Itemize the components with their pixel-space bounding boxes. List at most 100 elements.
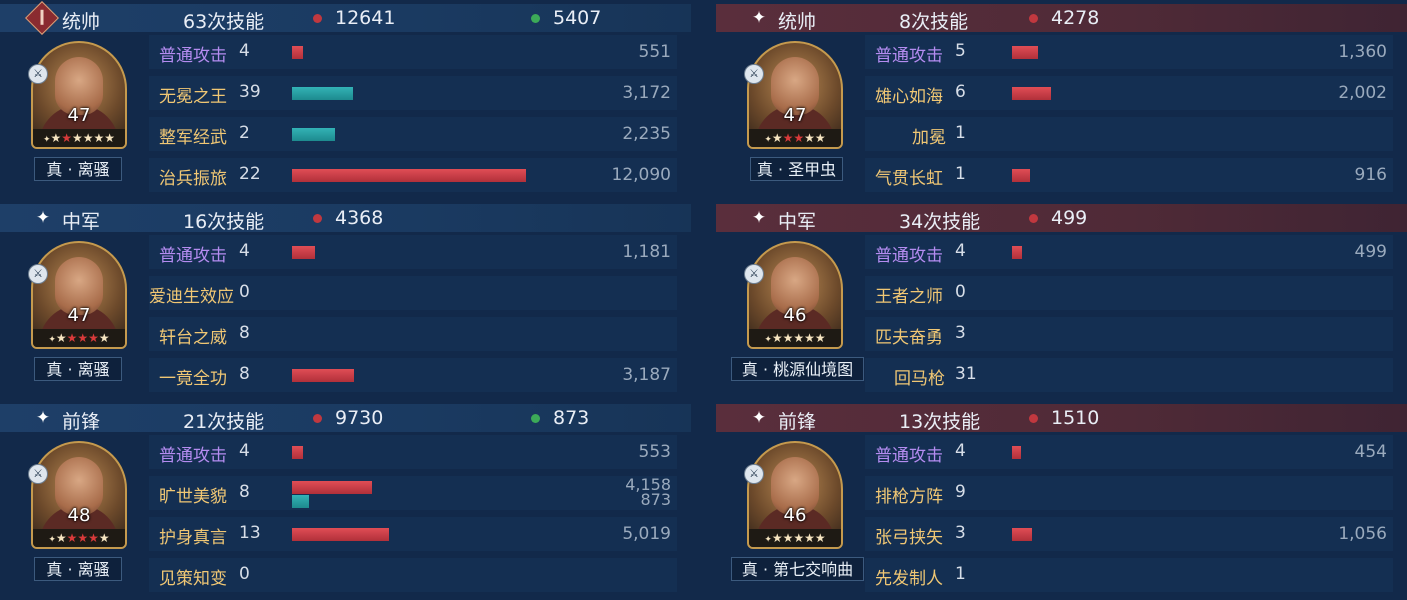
general-name: 真 · 圣甲虫 xyxy=(750,157,843,181)
skill-row[interactable]: 见策知变 0 xyxy=(149,558,677,592)
general-level: 46 xyxy=(783,305,807,326)
heal-value: 5407 xyxy=(553,7,602,29)
damage-dot-icon xyxy=(313,413,322,423)
general-portrait[interactable]: 47 ✦★★★★★★ xyxy=(31,41,127,149)
skill-row[interactable]: 普通攻击 4 499 xyxy=(865,235,1393,269)
damage-dot-icon xyxy=(1029,13,1038,23)
heal-bar xyxy=(292,87,353,100)
skill-row[interactable]: 治兵振旅 22 12,090 xyxy=(149,158,677,192)
skill-cast-count: 8 xyxy=(239,364,250,384)
skill-name: 加冕 xyxy=(912,128,946,148)
skill-damage-value: 3,187 xyxy=(622,365,671,385)
skill-row[interactable]: 加冕 1 xyxy=(865,117,1393,151)
skill-row[interactable]: 普通攻击 4 454 xyxy=(865,435,1393,469)
skill-name: 张弓挟矢 xyxy=(875,528,943,548)
troop-type-icon: ⚔ xyxy=(744,64,764,84)
skill-row[interactable]: 张弓挟矢 3 1,056 xyxy=(865,517,1393,551)
damage-value: 499 xyxy=(1051,207,1088,229)
skill-cast-count: 8 xyxy=(239,482,250,502)
general-portrait[interactable]: 47 ✦★★★★★ xyxy=(747,41,843,149)
skill-row[interactable]: 无冕之王 39 3,172 xyxy=(149,76,677,110)
skill-row[interactable]: 普通攻击 5 1,360 xyxy=(865,35,1393,69)
troop-type-icon: ⚔ xyxy=(28,464,48,484)
heal-bar xyxy=(292,495,309,508)
damage-bar xyxy=(292,481,372,494)
star-rating: ✦★★★★★ xyxy=(33,529,125,547)
damage-bar xyxy=(292,446,303,459)
damage-bar xyxy=(292,369,354,382)
section-header: ✦ 统帅 8次技能 4278 xyxy=(716,4,1407,33)
skill-row[interactable]: 爱迪生效应 0 xyxy=(149,276,677,310)
general-level: 48 xyxy=(67,505,91,526)
star-rating: ✦★★★★★ xyxy=(749,129,841,147)
skill-damage-value: 551 xyxy=(638,42,671,62)
skill-row[interactable]: 护身真言 13 5,019 xyxy=(149,517,677,551)
star-rating: ✦★★★★★ xyxy=(749,529,841,547)
skill-name: 整军经武 xyxy=(159,128,227,148)
skill-row[interactable]: 排枪方阵 9 xyxy=(865,476,1393,510)
damage-bar xyxy=(292,169,526,182)
skill-name: 排枪方阵 xyxy=(875,487,943,507)
damage-bar xyxy=(1012,169,1030,182)
skill-cast-count: 3 xyxy=(955,523,966,543)
skill-name: 无冕之王 xyxy=(159,87,227,107)
general-level: 47 xyxy=(67,105,91,126)
skill-cast-count: 34次技能 xyxy=(899,211,981,233)
sparkle-icon: ✦ xyxy=(751,408,767,428)
skill-row[interactable]: 雄心如海 6 2,002 xyxy=(865,76,1393,110)
skill-name: 护身真言 xyxy=(159,528,227,548)
damage-bar xyxy=(292,528,389,541)
skill-row[interactable]: 一竟全功 8 3,187 xyxy=(149,358,677,392)
skill-cast-count: 1 xyxy=(955,123,966,143)
skill-cast-count: 4 xyxy=(239,241,250,261)
skill-cast-count: 3 xyxy=(955,323,966,343)
heal-dot-icon xyxy=(531,413,540,423)
general-name: 真 · 离骚 xyxy=(34,557,122,581)
sparkle-icon: ✦ xyxy=(751,8,767,28)
sparkle-icon: ✦ xyxy=(35,208,51,228)
skill-cast-count: 4 xyxy=(239,41,250,61)
general-portrait[interactable]: 47 ✦★★★★★ xyxy=(31,241,127,349)
damage-bar xyxy=(292,246,315,259)
general-level: 46 xyxy=(783,505,807,526)
skill-row[interactable]: 匹夫奋勇 3 xyxy=(865,317,1393,351)
skill-cast-count: 8次技能 xyxy=(899,11,969,33)
general-portrait[interactable]: 46 ✦★★★★★ xyxy=(747,441,843,549)
skill-row[interactable]: 普通攻击 4 551 xyxy=(149,35,677,69)
section-header: ✦ 中军 16次技能 4368 xyxy=(0,204,691,233)
skill-damage-value: 916 xyxy=(1354,165,1387,185)
skill-cast-count: 13次技能 xyxy=(899,411,981,433)
general-name: 真 · 第七交响曲 xyxy=(731,557,864,581)
skill-cast-count: 0 xyxy=(239,282,250,302)
skill-row[interactable]: 整军经武 2 2,235 xyxy=(149,117,677,151)
skill-row[interactable]: 普通攻击 4 553 xyxy=(149,435,677,469)
skill-row[interactable]: 轩台之威 8 xyxy=(149,317,677,351)
skill-cast-count: 1 xyxy=(955,564,966,584)
skill-name: 见策知变 xyxy=(159,569,227,589)
skill-damage-value: 12,090 xyxy=(611,165,671,185)
role-section-1: 统帅 63次技能 12641 5407 47 ✦★★★★★★ ⚔ 真 · 离骚 普通攻击 4 551… xyxy=(0,0,691,200)
skill-name: 回马枪 xyxy=(894,369,945,389)
skill-row[interactable]: 王者之师 0 xyxy=(865,276,1393,310)
skill-name: 普通攻击 xyxy=(159,246,227,266)
skill-cast-count: 1 xyxy=(955,164,966,184)
damage-bar xyxy=(292,46,303,59)
role-section-3: ✦ 前锋 21次技能 9730 873 48 ✦★★★★★ ⚔ 真 · 离骚 普通攻击 4 553 旷世… xyxy=(0,400,691,600)
general-portrait[interactable]: 46 ✦★★★★★ xyxy=(747,241,843,349)
damage-bar xyxy=(1012,446,1021,459)
general-portrait[interactable]: 48 ✦★★★★★ xyxy=(31,441,127,549)
skill-cast-count: 4 xyxy=(239,441,250,461)
skill-row[interactable]: 气贯长虹 1 916 xyxy=(865,158,1393,192)
skill-cast-count: 16次技能 xyxy=(183,211,265,233)
skill-row[interactable]: 普通攻击 4 1,181 xyxy=(149,235,677,269)
skill-row[interactable]: 旷世美貌 8 4,158 873 xyxy=(149,476,677,510)
skill-cast-count: 4 xyxy=(955,441,966,461)
skill-cast-count: 0 xyxy=(239,564,250,584)
skill-row[interactable]: 先发制人 1 xyxy=(865,558,1393,592)
skill-name: 匹夫奋勇 xyxy=(875,328,943,348)
general-level: 47 xyxy=(783,105,807,126)
skill-damage-value: 1,056 xyxy=(1338,524,1387,544)
role-label: 前锋 xyxy=(62,411,101,433)
heal-value: 873 xyxy=(553,407,590,429)
skill-row[interactable]: 回马枪 31 xyxy=(865,358,1393,392)
